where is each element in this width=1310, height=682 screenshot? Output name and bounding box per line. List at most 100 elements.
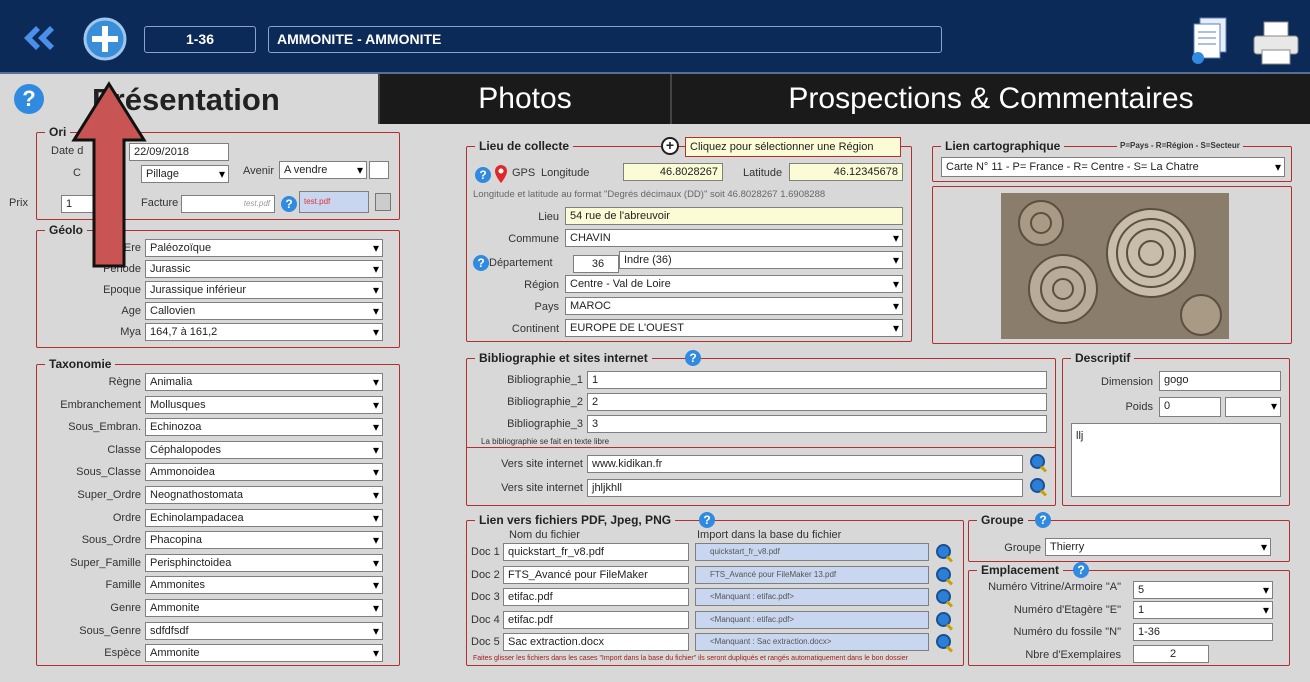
lieu-label: Lieu (538, 211, 559, 223)
taxonomie-select[interactable]: Mollusques (145, 395, 383, 414)
lieu-group: Lieu de collecte + Cliquez pour sélectio… (466, 137, 912, 342)
groupe-select[interactable]: Thierry (1045, 538, 1271, 556)
groupe-group: Groupe ? Groupe Thierry (968, 512, 1290, 562)
biblio-note: La bibliographie se fait en texte libre (481, 437, 610, 446)
taxonomie-group: Taxonomie Règne Animalia Embranchement Moll… (36, 357, 400, 666)
help-icon[interactable]: ? (475, 167, 491, 183)
tab-prospections[interactable]: Prospections & Commentaires (670, 74, 1310, 124)
facture-field[interactable]: test.pdf (181, 195, 275, 213)
departement-label: Département (489, 257, 553, 269)
help-icon[interactable]: ? (699, 512, 715, 528)
geologie-select[interactable]: 164,7 à 161,2 (145, 323, 383, 341)
facture-file[interactable]: test.pdf (299, 191, 369, 213)
pays-select[interactable]: MAROC (565, 297, 903, 315)
continent-select[interactable]: EUROPE DE L'OUEST (565, 319, 903, 337)
add-region-icon[interactable]: + (661, 137, 679, 155)
help-icon[interactable]: ? (14, 84, 44, 114)
departement-select[interactable]: Indre (36) (619, 251, 903, 269)
biblio-field[interactable]: 1 (587, 371, 1047, 389)
doc-name-field[interactable]: FTS_Avancé pour FileMaker (503, 565, 689, 584)
tab-presentation[interactable]: Présentation (0, 74, 378, 126)
biblio-title: Bibliographie et sites internet (475, 351, 652, 365)
taxonomie-label: Embranchement (60, 398, 141, 411)
dimension-label: Dimension (1101, 376, 1153, 388)
geologie-select[interactable]: Callovien (145, 302, 383, 320)
search-icon[interactable] (935, 566, 953, 584)
vitrine-label: Numéro Vitrine/Armoire "A" (988, 581, 1121, 593)
taxonomie-select[interactable]: Animalia (145, 373, 383, 391)
avenir-select[interactable]: A vendre (279, 161, 367, 179)
taxonomie-select[interactable]: Ammonite (145, 599, 383, 617)
biblio-field[interactable]: 2 (587, 393, 1047, 411)
doc-name-field[interactable]: etifac.pdf (503, 610, 689, 629)
etagere-select[interactable]: 1 (1133, 601, 1273, 619)
search-icon[interactable] (935, 543, 953, 561)
descriptif-text[interactable]: llj (1071, 423, 1281, 497)
tab-photos[interactable]: Photos (378, 74, 670, 124)
doc-label: Doc 1 (471, 546, 500, 558)
commune-select[interactable]: CHAVIN (565, 229, 903, 247)
search-icon[interactable] (935, 588, 953, 606)
doc-import-field[interactable]: <Manquant : etifac.pdf> (695, 610, 929, 629)
geologie-select[interactable]: Paléozoïque (145, 239, 383, 257)
region-select-button[interactable]: Cliquez pour sélectionner une Région (685, 137, 901, 157)
region-select[interactable]: Centre - Val de Loire (565, 275, 903, 293)
search-icon[interactable] (1029, 453, 1047, 471)
doc-label: Doc 3 (471, 591, 500, 603)
geologie-select[interactable]: Jurassic (145, 260, 383, 278)
site-field[interactable]: www.kidikan.fr (587, 455, 1023, 473)
geologie-select[interactable]: Jurassique inférieur (145, 281, 383, 299)
longitude-field[interactable]: 46.8028267 (623, 163, 723, 181)
doc-import-field[interactable]: <Manquant : etifac.pdf> (695, 588, 929, 606)
carte-select[interactable]: Carte N° 11 - P= France - R= Centre - S=… (941, 157, 1285, 177)
taxonomie-select[interactable]: Perisphinctoidea (145, 553, 383, 572)
avenir-extra[interactable] (369, 161, 389, 179)
vitrine-select[interactable]: 5 (1133, 581, 1273, 599)
help-icon[interactable]: ? (281, 196, 297, 212)
dimension-field[interactable]: gogo (1159, 371, 1281, 391)
poids-unit-select[interactable] (1225, 397, 1281, 417)
search-icon[interactable] (935, 633, 953, 651)
help-icon[interactable]: ? (1073, 562, 1089, 578)
back-icon[interactable] (22, 22, 66, 54)
search-icon[interactable] (935, 611, 953, 629)
taxonomie-label: Genre (110, 602, 141, 614)
ammonite-photo[interactable] (1001, 193, 1229, 339)
taxonomie-select[interactable]: Phacopina (145, 531, 383, 550)
taxonomie-select[interactable]: Echinolampadacea (145, 508, 383, 527)
taxonomie-select[interactable]: sdfdfsdf (145, 621, 383, 640)
help-icon[interactable]: ? (473, 255, 489, 271)
doc-label: Doc 5 (471, 636, 500, 648)
poids-field[interactable]: 0 (1159, 397, 1221, 417)
help-icon[interactable]: ? (685, 350, 701, 366)
help-icon[interactable]: ? (1035, 512, 1051, 528)
taxonomie-select[interactable]: Ammonoidea (145, 463, 383, 482)
mode-select[interactable]: Pillage (141, 165, 229, 183)
print-icon[interactable] (1250, 20, 1302, 66)
file-icon[interactable] (375, 193, 391, 211)
doc-name-field[interactable]: Sac extraction.docx (503, 633, 689, 651)
taxonomie-select[interactable]: Ammonites (145, 576, 383, 595)
taxonomie-label: Sous_Ordre (81, 534, 141, 547)
add-record-icon[interactable] (82, 16, 128, 62)
documents-icon[interactable] (1188, 14, 1232, 66)
site-field[interactable]: jhljkhll (587, 479, 1023, 497)
departement-number[interactable]: 36 (573, 255, 619, 273)
biblio-field[interactable]: 3 (587, 415, 1047, 433)
latitude-field[interactable]: 46.12345678 (789, 163, 903, 181)
taxonomie-select[interactable]: Céphalopodes (145, 440, 383, 459)
doc-import-field[interactable]: quickstart_fr_v8.pdf (695, 543, 929, 561)
lieu-field[interactable]: 54 rue de l'abreuvoir (565, 207, 903, 225)
doc-name-field[interactable]: etifac.pdf (503, 588, 689, 606)
doc-import-field[interactable]: FTS_Avancé pour FileMaker 13.pdf (695, 565, 929, 584)
taxonomie-select[interactable]: Neognathostomata (145, 486, 383, 504)
fossile-field[interactable]: 1-36 (1133, 623, 1273, 641)
doc-name-field[interactable]: quickstart_fr_v8.pdf (503, 543, 689, 561)
taxonomie-select[interactable]: Echinozoa (145, 418, 383, 437)
taxonomie-label: Super_Ordre (77, 489, 141, 501)
taxonomie-select[interactable]: Ammonite (145, 644, 383, 663)
search-icon[interactable] (1029, 477, 1047, 495)
fichiers-group: Lien vers fichiers PDF, Jpeg, PNG ? Nom … (466, 512, 964, 666)
doc-import-field[interactable]: <Manquant : Sac extraction.docx> (695, 633, 929, 651)
exemplaires-field[interactable]: 2 (1133, 645, 1209, 663)
